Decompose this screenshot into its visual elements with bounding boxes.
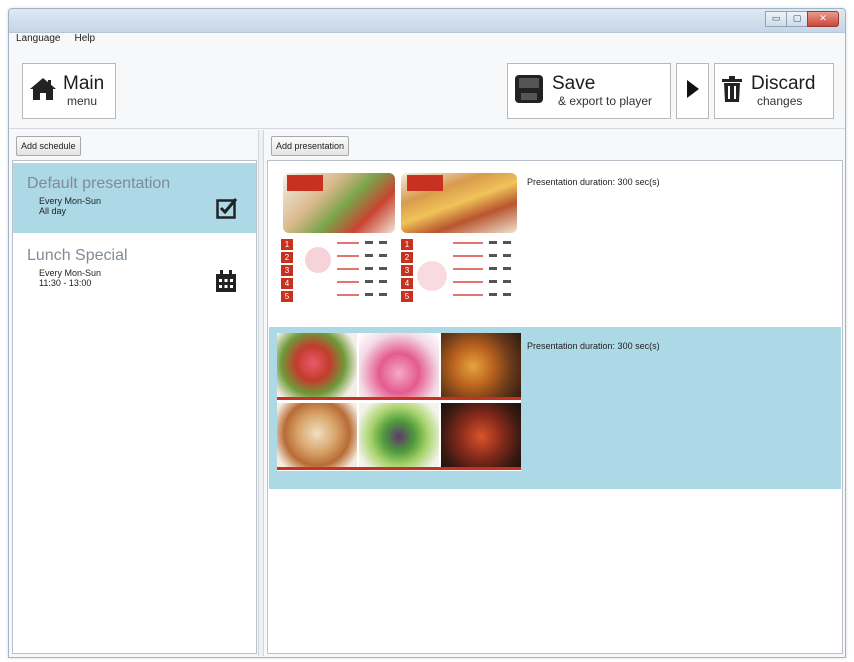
- trash-icon: [721, 75, 743, 108]
- save-sublabel: & export to player: [558, 93, 653, 108]
- photo-grid-thumbnail: [277, 333, 521, 471]
- send-to-player-button[interactable]: [676, 63, 709, 119]
- presentation-duration: Presentation duration: 300 sec(s): [527, 341, 660, 351]
- minimize-button[interactable]: ▭: [765, 11, 787, 27]
- menu-language[interactable]: Language: [14, 32, 63, 45]
- panel-splitter[interactable]: [258, 130, 264, 656]
- title-bar: ▭ ▢ ✕: [9, 9, 845, 33]
- menu-board-thumbnail: 1 2 3 4 5 1 2 3 4 5: [277, 169, 521, 307]
- add-presentation-button[interactable]: Add presentation: [271, 136, 350, 156]
- schedule-title: Default presentation: [27, 175, 171, 192]
- home-icon: [29, 76, 57, 107]
- maximize-button[interactable]: ▢: [786, 11, 808, 27]
- main-menu-button[interactable]: Main menu: [22, 63, 116, 119]
- schedule-item-lunch[interactable]: Lunch Special Every Mon-Sun 11:30 - 13:0…: [13, 235, 256, 305]
- window-controls: ▭ ▢ ✕: [765, 11, 839, 27]
- main-menu-label: Main: [63, 72, 105, 94]
- save-label: Save: [552, 72, 596, 94]
- discard-label: Discard: [751, 72, 816, 94]
- schedule-title: Lunch Special: [27, 247, 128, 264]
- toolbar-divider: [9, 128, 845, 129]
- schedule-list: Default presentation Every Mon-Sun All d…: [12, 160, 257, 654]
- discard-changes-button[interactable]: Discard changes: [714, 63, 834, 119]
- menu-bar: Language Help: [14, 32, 97, 45]
- add-schedule-button[interactable]: Add schedule: [16, 136, 81, 156]
- checkbox-checked-icon: [216, 197, 238, 224]
- discard-sublabel: changes: [757, 93, 803, 108]
- presentation-item[interactable]: 1 2 3 4 5 1 2 3 4 5 Presentation duratio…: [269, 163, 841, 325]
- presentation-duration: Presentation duration: 300 sec(s): [527, 177, 660, 187]
- schedule-item-default[interactable]: Default presentation Every Mon-Sun All d…: [13, 163, 256, 233]
- save-export-button[interactable]: Save & export to player: [507, 63, 671, 119]
- presentation-list: 1 2 3 4 5 1 2 3 4 5 Presentation duratio…: [267, 160, 843, 654]
- play-arrow-icon: [686, 79, 700, 104]
- close-button[interactable]: ✕: [807, 11, 839, 27]
- menu-help[interactable]: Help: [73, 32, 98, 45]
- presentation-item[interactable]: Presentation duration: 300 sec(s): [269, 327, 841, 489]
- main-menu-sublabel: menu: [67, 93, 98, 108]
- save-disk-icon: [514, 74, 544, 109]
- calendar-icon: [214, 269, 238, 298]
